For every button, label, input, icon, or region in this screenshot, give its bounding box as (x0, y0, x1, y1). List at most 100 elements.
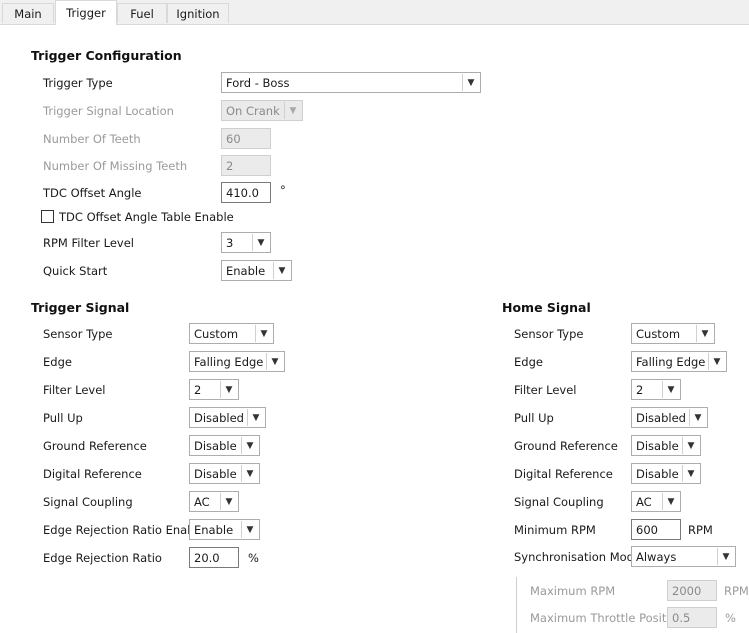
quick-start-select[interactable]: Enable ▼ (221, 260, 292, 281)
missing-teeth-label: Number Of Missing Teeth (43, 159, 188, 173)
ts-ground-ref-value: Disable (194, 438, 237, 453)
hs-digital-ref-value: Disable (636, 466, 679, 481)
hs-pull-up-select[interactable]: Disabled ▼ (631, 407, 708, 428)
ts-edge-select[interactable]: Falling Edge ▼ (189, 351, 285, 372)
hs-edge-select[interactable]: Falling Edge ▼ (631, 351, 727, 372)
ts-coupling-label: Signal Coupling (43, 495, 133, 509)
signal-location-value: On Crank (226, 103, 280, 118)
hs-digital-ref-select[interactable]: Disable ▼ (631, 463, 701, 484)
chevron-down-icon: ▼ (255, 325, 272, 342)
tdc-offset-label: TDC Offset Angle (43, 186, 142, 200)
chevron-down-icon: ▼ (220, 493, 237, 510)
chevron-down-icon: ▼ (220, 381, 237, 398)
hs-sync-mode-select[interactable]: Always ▼ (631, 546, 736, 567)
ts-filter-level-select[interactable]: 2 ▼ (189, 379, 239, 400)
tdc-table-enable-checkbox[interactable] (41, 210, 54, 223)
tdc-offset-input[interactable]: 410.0 (221, 182, 271, 203)
chevron-down-icon: ▼ (241, 465, 258, 482)
hs-max-rpm-input[interactable]: 2000 (667, 580, 717, 601)
tab-fuel-label: Fuel (130, 6, 154, 21)
ts-edge-rej-ratio-input[interactable]: 20.0 (189, 547, 239, 568)
hs-coupling-label: Signal Coupling (514, 495, 604, 509)
hs-sensor-type-label: Sensor Type (514, 327, 584, 341)
ts-sensor-type-value: Custom (194, 326, 239, 341)
ts-coupling-select[interactable]: AC ▼ (189, 491, 239, 512)
tdc-table-enable-label: TDC Offset Angle Table Enable (59, 210, 234, 224)
hs-filter-level-label: Filter Level (514, 383, 577, 397)
tab-ignition[interactable]: Ignition (167, 3, 229, 23)
ts-digital-ref-select[interactable]: Disable ▼ (189, 463, 260, 484)
chevron-down-icon: ▼ (252, 234, 269, 251)
missing-teeth-input[interactable]: 2 (221, 155, 271, 176)
ts-digital-ref-label: Digital Reference (43, 467, 142, 481)
hs-max-tp-label: Maximum Throttle Position (530, 611, 684, 625)
ts-edge-rej-enable-value: Enable (194, 522, 234, 537)
rpm-filter-value: 3 (226, 235, 234, 250)
rpm-filter-select[interactable]: 3 ▼ (221, 232, 271, 253)
chevron-down-icon: ▼ (273, 262, 290, 279)
ts-edge-rej-ratio-label: Edge Rejection Ratio (43, 551, 162, 565)
hs-sensor-type-select[interactable]: Custom ▼ (631, 323, 715, 344)
hs-coupling-select[interactable]: AC ▼ (631, 491, 681, 512)
hs-digital-ref-label: Digital Reference (514, 467, 613, 481)
hs-sync-mode-value: Always (636, 549, 677, 564)
trigger-type-label: Trigger Type (43, 76, 113, 90)
hs-max-tp-unit: % (725, 611, 736, 625)
trigger-type-value: Ford - Boss (226, 75, 290, 90)
chevron-down-icon: ▼ (462, 74, 479, 91)
ts-ground-ref-label: Ground Reference (43, 439, 147, 453)
hs-ground-ref-label: Ground Reference (514, 439, 618, 453)
ts-ground-ref-select[interactable]: Disable ▼ (189, 435, 260, 456)
tab-trigger[interactable]: Trigger (55, 0, 117, 25)
hs-coupling-value: AC (636, 494, 652, 509)
chevron-down-icon: ▼ (284, 102, 301, 119)
hs-edge-label: Edge (514, 355, 543, 369)
ts-edge-rej-ratio-unit: % (248, 551, 259, 565)
hs-max-rpm-label: Maximum RPM (530, 584, 616, 598)
chevron-down-icon: ▼ (662, 381, 679, 398)
tab-fuel[interactable]: Fuel (117, 3, 167, 23)
tab-bar: Main Trigger Fuel Ignition (0, 0, 749, 25)
signal-location-label: Trigger Signal Location (43, 104, 174, 118)
hs-max-tp-input[interactable]: 0.5 (667, 607, 717, 628)
num-teeth-input[interactable]: 60 (221, 128, 271, 149)
chevron-down-icon: ▼ (682, 465, 699, 482)
hs-edge-value: Falling Edge (636, 354, 706, 369)
chevron-down-icon: ▼ (708, 353, 725, 370)
hs-ground-ref-select[interactable]: Disable ▼ (631, 435, 701, 456)
tab-ignition-label: Ignition (176, 6, 220, 21)
tab-trigger-label: Trigger (66, 6, 106, 20)
tab-main[interactable]: Main (2, 3, 54, 23)
ts-filter-level-label: Filter Level (43, 383, 106, 397)
ts-pull-up-select[interactable]: Disabled ▼ (189, 407, 266, 428)
ts-coupling-value: AC (194, 494, 210, 509)
ts-edge-rej-enable-label: Edge Rejection Ratio Enable (43, 523, 205, 537)
chevron-down-icon: ▼ (689, 409, 706, 426)
num-teeth-label: Number Of Teeth (43, 132, 141, 146)
chevron-down-icon: ▼ (717, 548, 734, 565)
hs-min-rpm-input[interactable]: 600 (631, 519, 681, 540)
chevron-down-icon: ▼ (241, 521, 258, 538)
signal-location-select[interactable]: On Crank ▼ (221, 100, 303, 121)
degree-unit: ° (280, 183, 286, 197)
trigger-config-title: Trigger Configuration (31, 48, 182, 63)
home-signal-title: Home Signal (502, 300, 591, 315)
trigger-type-select[interactable]: Ford - Boss ▼ (221, 72, 481, 93)
ts-pull-up-label: Pull Up (43, 411, 83, 425)
ts-pull-up-value: Disabled (194, 410, 244, 425)
chevron-down-icon: ▼ (266, 353, 283, 370)
chevron-down-icon: ▼ (241, 437, 258, 454)
sync-group-line (516, 577, 517, 633)
hs-min-rpm-label: Minimum RPM (514, 523, 596, 537)
tab-main-label: Main (14, 6, 42, 21)
ts-sensor-type-select[interactable]: Custom ▼ (189, 323, 274, 344)
hs-filter-level-select[interactable]: 2 ▼ (631, 379, 681, 400)
hs-sensor-type-value: Custom (636, 326, 681, 341)
quick-start-value: Enable (226, 263, 266, 278)
ts-sensor-type-label: Sensor Type (43, 327, 113, 341)
hs-filter-level-value: 2 (636, 382, 644, 397)
ts-edge-rej-enable-select[interactable]: Enable ▼ (189, 519, 260, 540)
trigger-signal-title: Trigger Signal (31, 300, 130, 315)
quick-start-label: Quick Start (43, 264, 108, 278)
ts-filter-level-value: 2 (194, 382, 202, 397)
